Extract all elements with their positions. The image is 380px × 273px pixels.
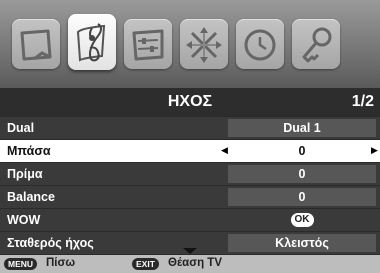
- setting-row-treble[interactable]: Πρίμα 0: [0, 163, 380, 185]
- arrow-right-icon[interactable]: ▶: [371, 145, 378, 156]
- setting-label: Dual: [7, 121, 35, 135]
- lock-icon[interactable]: [292, 19, 340, 69]
- setting-row-dual[interactable]: Dual Dual 1: [0, 117, 380, 139]
- setting-value[interactable]: OK: [228, 211, 376, 229]
- sound-icon[interactable]: [68, 14, 116, 70]
- setting-label: WOW: [7, 213, 41, 227]
- menu-key-icon: MENU: [4, 258, 38, 270]
- setup-icon[interactable]: [124, 19, 172, 69]
- setting-value[interactable]: 0: [228, 142, 376, 160]
- picture-icon[interactable]: [12, 19, 60, 69]
- timer-icon[interactable]: [236, 19, 284, 69]
- setting-value[interactable]: Dual 1: [228, 119, 376, 137]
- function-icon[interactable]: [180, 19, 228, 69]
- scroll-down-icon[interactable]: [183, 248, 197, 254]
- setting-label: Σταθερός ήχος: [7, 236, 94, 250]
- watch-tv-hint[interactable]: Θέαση TV: [168, 257, 222, 269]
- setting-label: Πρίμα: [7, 167, 43, 181]
- setting-value[interactable]: Κλειστός: [228, 234, 376, 252]
- setting-row-wow[interactable]: WOW OK: [0, 209, 380, 231]
- menu-tab-bar: [0, 0, 380, 88]
- arrow-left-icon[interactable]: ◀: [221, 145, 228, 156]
- setting-value[interactable]: 0: [228, 165, 376, 183]
- ok-button[interactable]: OK: [290, 213, 314, 227]
- setting-label: Balance: [7, 190, 55, 204]
- exit-key-icon: EXIT: [132, 258, 159, 270]
- setting-row-bass[interactable]: Μπάσα ◀ 0 ▶: [0, 140, 380, 162]
- page-indicator: 1/2: [351, 93, 374, 110]
- footer-help-bar: MENU Πίσω EXIT Θέαση TV: [0, 255, 380, 273]
- menu-header: ΗΧΟΣ 1/2: [0, 88, 380, 116]
- setting-value[interactable]: 0: [228, 188, 376, 206]
- setting-row-balance[interactable]: Balance 0: [0, 186, 380, 208]
- page-title: ΗΧΟΣ: [167, 93, 213, 110]
- back-hint[interactable]: Πίσω: [46, 257, 75, 269]
- setting-label: Μπάσα: [7, 144, 51, 158]
